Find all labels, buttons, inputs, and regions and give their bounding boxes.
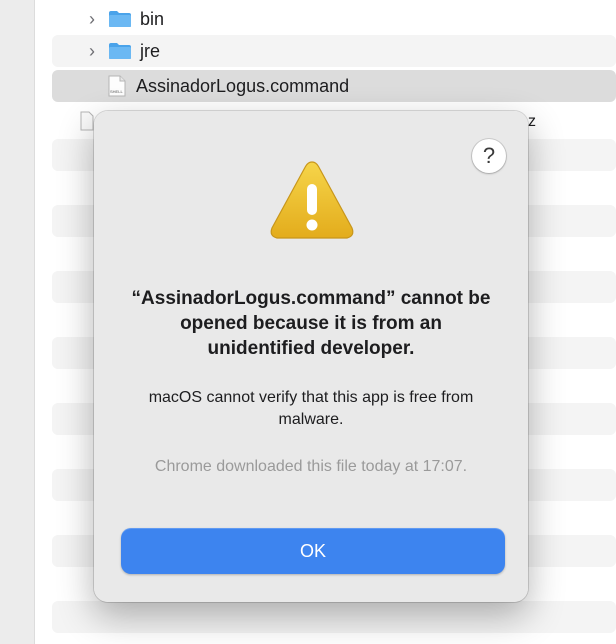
help-button[interactable]: ?: [472, 139, 506, 173]
dialog-message: macOS cannot verify that this app is fre…: [148, 389, 474, 428]
partial-file-name: z: [528, 113, 536, 130]
alert-dialog: ? “AssinadorLogus.command” cannot be ope…: [94, 111, 528, 602]
dialog-download-info: Chrome downloaded this file today at 17:…: [154, 458, 468, 475]
sidebar-strip: [0, 0, 35, 644]
folder-icon: [108, 10, 132, 28]
help-icon: ?: [482, 143, 496, 168]
file-name: bin: [140, 8, 165, 29]
folder-icon: [108, 42, 132, 60]
file-row-jre[interactable]: › jre: [52, 35, 616, 67]
file-row-bin[interactable]: › bin: [52, 3, 616, 35]
ok-button[interactable]: OK: [121, 528, 505, 574]
file-name: jre: [140, 40, 161, 61]
shell-icon-label: SHELL: [110, 89, 123, 94]
file-name: AssinadorLogus.command: [136, 75, 350, 96]
warning-triangle-icon: [267, 156, 357, 246]
shell-script-icon: SHELL: [108, 75, 126, 97]
list-row: [52, 601, 616, 633]
chevron-right-icon[interactable]: ›: [86, 9, 98, 30]
file-row-assinadorlogus[interactable]: SHELL AssinadorLogus.command: [52, 70, 616, 102]
chevron-right-icon[interactable]: ›: [86, 41, 98, 62]
dialog-title: “AssinadorLogus.command” cannot be opene…: [131, 288, 491, 359]
